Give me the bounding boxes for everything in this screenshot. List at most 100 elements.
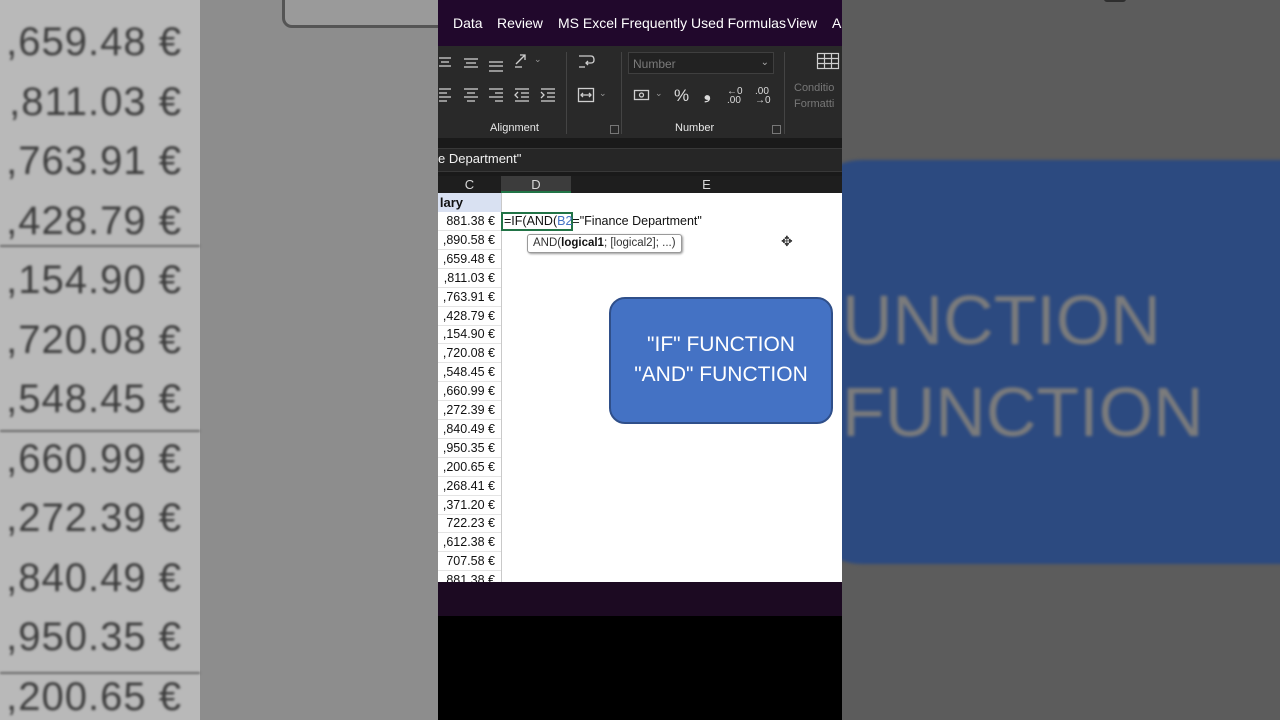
blur-row-line	[0, 245, 200, 247]
background-left-blur: ,659.48 € ,811.03 € ,763.91 € ,428.79 € ,154…	[0, 0, 438, 720]
blur-row-line	[0, 672, 200, 674]
chevron-down-icon[interactable]: ⌄	[534, 54, 542, 65]
percent-icon[interactable]: %	[674, 86, 689, 106]
status-bar	[438, 582, 842, 616]
align-right-icon[interactable]	[487, 86, 505, 104]
decrease-decimal-icon[interactable]: .00 →0	[755, 87, 771, 106]
menu-review[interactable]: Review	[497, 15, 543, 31]
salary-header-text: lary	[439, 195, 463, 210]
number-launcher-icon[interactable]	[772, 125, 781, 134]
comma-style-icon[interactable]: ❟	[704, 84, 711, 104]
increase-indent-icon[interactable]	[539, 86, 557, 104]
column-header-d[interactable]: D	[501, 176, 571, 193]
salary-header-cell[interactable]: lary	[438, 193, 501, 212]
blur-column-empty	[200, 0, 438, 720]
column-c-cells: lary 881.38 € ,890.58 € ,659.48 € ,811.03 €…	[438, 193, 502, 582]
accounting-format-icon[interactable]	[633, 86, 651, 104]
callout-line2: "AND" FUNCTION	[634, 363, 808, 386]
salary-cell[interactable]: ,548.45 €	[438, 363, 501, 383]
blur-value: ,659.48 €	[6, 20, 182, 64]
salary-cell[interactable]: ,371.20 €	[438, 496, 501, 515]
salary-cell[interactable]: ,200.65 €	[438, 458, 501, 477]
number-format-value: Number	[633, 57, 676, 71]
formula-bar: e Department"	[438, 138, 842, 180]
salary-cell[interactable]: 707.58 €	[438, 552, 501, 572]
salary-cell[interactable]: ,659.48 €	[438, 250, 501, 269]
blur-value: ,660.99 €	[6, 436, 182, 481]
blur-icon	[1104, 0, 1126, 2]
blur-value: ,950.35 €	[6, 615, 182, 659]
formula-prefix: =IF(AND(	[504, 214, 558, 228]
alignment-group-label: Alignment	[490, 122, 539, 134]
align-middle-icon[interactable]	[462, 54, 480, 72]
tooltip-func: AND(	[533, 237, 562, 249]
number-group-label: Number	[675, 122, 715, 134]
salary-cell[interactable]: ,154.90 €	[438, 325, 501, 345]
formula-text: e Department"	[438, 151, 522, 166]
blur-value: ,720.08 €	[6, 317, 182, 362]
align-left-icon[interactable]	[438, 86, 456, 104]
tooltip-arg-current: logical1	[561, 237, 604, 249]
callout-line1: "IF" FUNCTION	[647, 333, 795, 356]
column-header-c[interactable]: C	[438, 176, 502, 193]
cell-edit-formula[interactable]: =IF(AND(B2="Finance Department"	[504, 213, 702, 230]
salary-cell[interactable]: ,720.08 €	[438, 344, 501, 364]
align-center-icon[interactable]	[462, 86, 480, 104]
blur-value: ,154.90 €	[6, 258, 182, 302]
salary-cell[interactable]: ,890.58 €	[438, 231, 501, 250]
excel-window: Data Review MS Excel Frequently Used For…	[438, 0, 842, 720]
blur-callout-line2: FUNCTION	[842, 373, 1204, 451]
salary-cell[interactable]: 722.23 €	[438, 514, 501, 534]
chevron-down-icon[interactable]: ⌄	[599, 88, 607, 99]
salary-cell[interactable]: ,428.79 €	[438, 307, 501, 326]
blur-value: ,763.91 €	[6, 139, 182, 183]
mouse-cursor-icon: ✥	[781, 233, 793, 249]
decrease-indent-icon[interactable]	[513, 86, 531, 104]
formula-cell-ref: B2	[557, 214, 573, 228]
ribbon-separator	[784, 52, 785, 134]
salary-cell[interactable]: ,660.99 €	[438, 382, 501, 402]
salary-cell[interactable]: ,950.35 €	[438, 439, 501, 458]
increase-decimal-icon[interactable]: ←0.00	[727, 87, 743, 106]
salary-cell[interactable]: ,612.38 €	[438, 533, 501, 553]
salary-cell[interactable]: ,840.49 €	[438, 420, 501, 439]
blur-callout-line1: UNCTION	[842, 281, 1161, 359]
column-header-e[interactable]: E	[571, 176, 842, 193]
menu-view[interactable]: View	[787, 15, 817, 31]
menu-data[interactable]: Data	[453, 15, 483, 31]
menu-automate[interactable]: A	[832, 15, 841, 31]
formula-suffix: ="Finance Department"	[572, 214, 702, 228]
orientation-icon[interactable]	[513, 52, 531, 70]
function-tooltip[interactable]: AND(logical1; [logical2]; ...)	[527, 234, 682, 253]
salary-cell[interactable]: ,272.39 €	[438, 401, 501, 420]
blur-row-line	[0, 430, 200, 432]
background-right-blur: UNCTION FUNCTION	[842, 0, 1280, 720]
align-top-icon[interactable]	[438, 54, 456, 72]
wrap-text-icon[interactable]	[577, 52, 595, 70]
chevron-down-icon[interactable]: ⌄	[655, 88, 663, 99]
conditional-formatting-label[interactable]: Conditio Formatti	[794, 80, 834, 112]
blur-value: ,272.39 €	[6, 496, 182, 540]
blur-formula-box	[282, 0, 438, 28]
blur-value: ,428.79 €	[6, 198, 182, 243]
conditional-formatting-icon[interactable]	[816, 52, 840, 70]
salary-cell[interactable]: 881.38 €	[438, 571, 501, 582]
callout-box: "IF" FUNCTION "AND" FUNCTION	[609, 297, 833, 424]
alignment-launcher-icon[interactable]	[610, 125, 619, 134]
salary-cell[interactable]: ,811.03 €	[438, 269, 501, 288]
salary-cell[interactable]: ,763.91 €	[438, 288, 501, 307]
blur-value: ,840.49 €	[6, 555, 182, 600]
salary-cell[interactable]: ,268.41 €	[438, 477, 501, 496]
tooltip-args-rest: ; [logical2]; ...)	[603, 237, 676, 249]
column-headers: C D E	[438, 176, 842, 193]
number-format-select[interactable]: Number ⌄	[628, 52, 774, 74]
menu-ms-excel-formulas[interactable]: MS Excel Frequently Used Formulas	[558, 15, 786, 31]
ribbon-separator	[621, 52, 622, 134]
align-bottom-icon[interactable]	[487, 56, 505, 74]
salary-cell[interactable]: 881.38 €	[438, 212, 501, 231]
ribbon: ⌄ ⌄ Alignment Number ⌄ ⌄ % ❟ ←0 .00 .00 …	[438, 46, 842, 138]
worksheet-grid[interactable]: lary 881.38 € ,890.58 € ,659.48 € ,811.03 €…	[438, 193, 842, 582]
merge-center-icon[interactable]	[577, 86, 595, 104]
blur-value: ,200.65 €	[6, 674, 182, 719]
blur-callout-box	[842, 160, 1280, 564]
